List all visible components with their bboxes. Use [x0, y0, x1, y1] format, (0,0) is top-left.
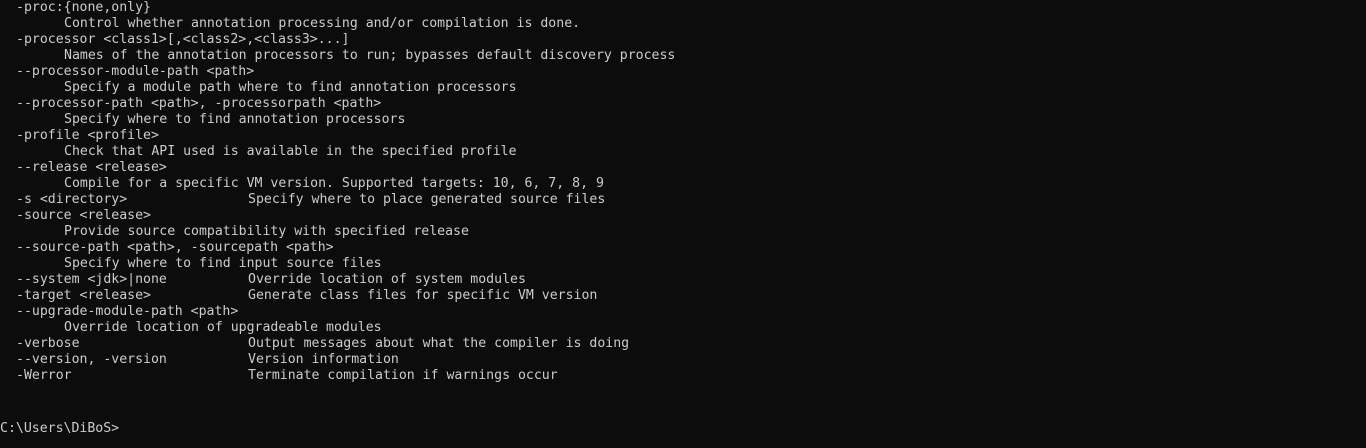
option-description: Compile for a specific VM version. Suppo…	[64, 176, 604, 191]
option-description: Terminate compilation if warnings occur	[248, 368, 558, 383]
option-description: Override location of system modules	[248, 272, 526, 287]
console-window[interactable]: -proc:{none,only} Control whether annotat…	[0, 0, 1366, 448]
option-description: Generate class files for specific VM ver…	[248, 288, 598, 303]
option-line: --system <jdk>|none Override location of …	[0, 272, 1366, 288]
option-line: --version, -version Version information	[0, 352, 1366, 368]
option-line: -verbose Output messages about what the c…	[0, 336, 1366, 352]
option-name: -profile <profile>	[16, 128, 159, 143]
option-name: --processor-path <path>, -processorpath …	[16, 96, 382, 111]
option-name: --source-path <path>, -sourcepath <path>	[16, 240, 334, 255]
option-description: Specify a module path where to find anno…	[64, 80, 517, 95]
option-name: --version, -version	[16, 352, 167, 367]
option-name: --processor-module-path <path>	[16, 64, 255, 79]
option-description: Check that API used is available in the …	[64, 144, 517, 159]
option-name: -target <release>	[16, 288, 151, 303]
option-name: -verbose	[16, 336, 80, 351]
option-name: --upgrade-module-path <path>	[16, 304, 239, 319]
prompt-path: C:\Users\DiBoS>	[0, 421, 120, 436]
option-description: Names of the annotation processors to ru…	[64, 48, 676, 63]
option-name: -s <directory>	[16, 192, 128, 207]
console-output: -proc:{none,only} Control whether annotat…	[0, 0, 1366, 384]
option-line: -target <release> Generate class files fo…	[0, 288, 1366, 304]
option-description: Control whether annotation processing an…	[64, 16, 581, 31]
option-name: -Werror	[16, 368, 72, 383]
option-name: --system <jdk>|none	[16, 272, 167, 287]
option-description: Provide source compatibility with specif…	[64, 224, 469, 239]
option-line: -s <directory> Specify where to place gen…	[0, 192, 1366, 208]
option-name: -processor <class1>[,<class2>,<class3>..…	[16, 32, 350, 47]
option-line: -Werror Terminate compilation if warnings…	[0, 368, 1366, 384]
option-description: Specify where to find input source files	[64, 256, 382, 271]
option-name: --release <release>	[16, 160, 167, 175]
option-description: Override location of upgradeable modules	[64, 320, 382, 335]
option-description: Specify where to find annotation process…	[64, 112, 406, 127]
option-description: Version information	[248, 352, 399, 367]
option-description: Specify where to place generated source …	[248, 192, 606, 207]
text-cursor	[119, 416, 127, 432]
option-name: -proc:{none,only}	[16, 0, 151, 15]
command-prompt[interactable]: C:\Users\DiBoS>	[0, 416, 127, 436]
option-name: -source <release>	[16, 208, 151, 223]
option-description: Output messages about what the compiler …	[248, 336, 630, 351]
